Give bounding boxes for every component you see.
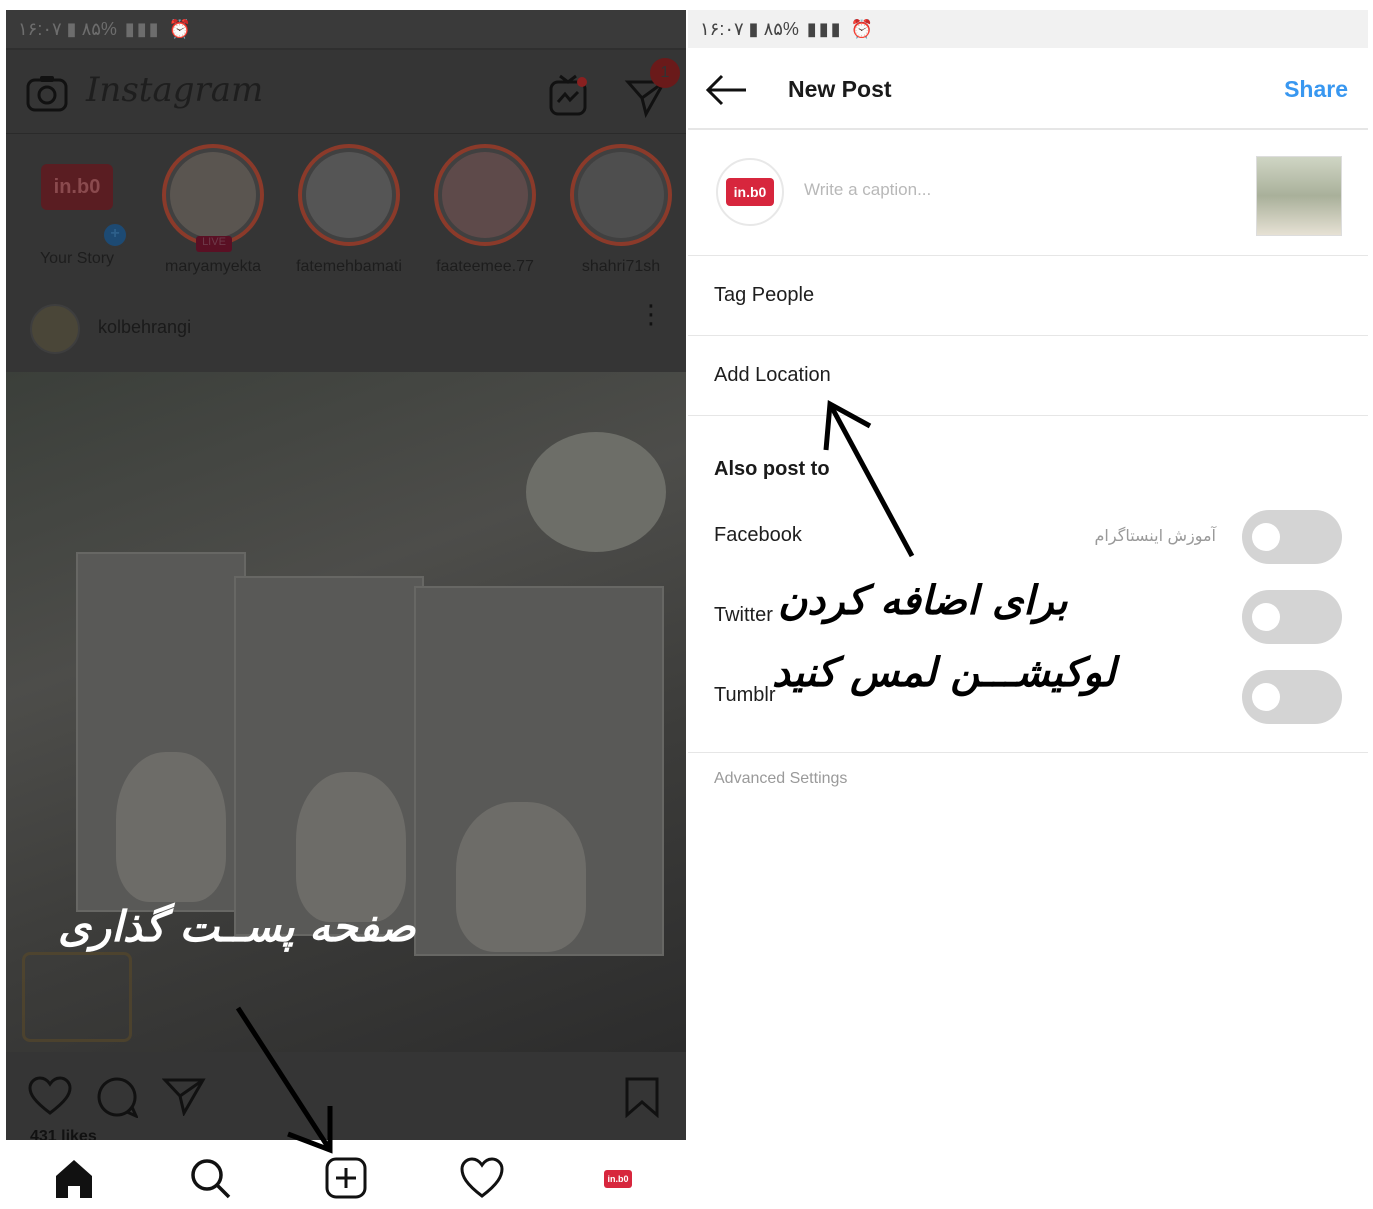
status-bar: ۱۶:۰۷ ▮ ۸۵% ▮▮▮ ⏰ [688,10,1368,48]
live-badge: LIVE [196,236,232,252]
share-icon[interactable] [162,1076,206,1116]
add-location-row[interactable]: Add Location [688,336,1368,416]
notification-badge: 1 [650,58,680,88]
feed-screen: ۱۶:۰۷ ▮ ۸۵% ▮▮▮ ⏰ Instagram 1 in.b0 + Yo… [6,10,686,1209]
add-location-label: Add Location [714,364,831,386]
post-thumbnail [1256,156,1342,236]
app-logo: Instagram [86,70,264,110]
activity-icon[interactable] [460,1156,504,1200]
app-header: Instagram 1 [6,50,686,134]
story-name: fatemehbamati [296,258,402,275]
vase [116,752,226,902]
story-your-story[interactable]: in.b0 + Your Story [22,144,132,268]
toggle-knob [1252,603,1280,631]
tumblr-toggle[interactable] [1242,670,1342,724]
vase [456,802,586,952]
facebook-toggle[interactable] [1242,510,1342,564]
avatar: in.b0 [716,158,784,226]
toggle-knob [1252,683,1280,711]
new-post-header: New Post Share [688,50,1368,130]
flowers [526,432,666,552]
alarm-icon: ⏰ [850,18,874,39]
toggle-knob [1252,523,1280,551]
story-name: Your Story [39,250,115,267]
status-text: ۱۶:۰۷ ▮ ۸۵% [18,18,117,39]
new-post-screen: ۱۶:۰۷ ▮ ۸۵% ▮▮▮ ⏰ New Post Share in.b0 T… [688,10,1368,1209]
avatar [170,152,256,238]
annotation-line-2: لوکیشـــن لمس کنید [772,650,1116,696]
story-name: faateemee.77 [436,258,534,275]
vase [296,772,406,922]
signal-icon: ▮▮▮ [124,18,161,39]
tumblr-label: Tumblr [714,684,776,706]
comment-icon[interactable] [96,1076,138,1118]
story-ring [434,144,536,246]
camera-icon[interactable] [26,74,68,112]
story-name: shahri71sh [581,258,661,275]
share-button[interactable]: Share [1284,76,1348,103]
new-post-icon[interactable] [324,1156,368,1200]
screenshot-composite: ۱۶:۰۷ ▮ ۸۵% ▮▮▮ ⏰ Instagram 1 in.b0 + Yo… [0,0,1373,1209]
post-avatar[interactable] [30,304,80,354]
signal-icon: ▮▮▮ [806,18,843,39]
annotation-line-1: برای اضافه کردن [778,578,1068,624]
twitter-toggle[interactable] [1242,590,1342,644]
search-icon[interactable] [188,1156,232,1200]
story-item[interactable]: faateemee.77 [430,144,540,276]
twitter-label: Twitter [714,604,773,626]
post-header: kolbehrangi ⋮ [6,284,686,372]
profile-tab[interactable]: in.b0 [604,1170,632,1188]
bookmark-icon[interactable] [624,1076,660,1118]
status-text: ۱۶:۰۷ ▮ ۸۵% [700,18,799,39]
stories-tray: in.b0 + Your Story LIVE maryamyekta fate… [6,134,686,284]
tag-people-row[interactable]: Tag People [688,256,1368,336]
avatar [578,152,664,238]
bottom-nav: in.b0 [6,1140,686,1209]
home-icon[interactable] [52,1156,96,1200]
brand-logo: in.b0 [41,164,113,210]
caption-row: in.b0 [688,132,1368,256]
advanced-settings-link[interactable]: Advanced Settings [714,770,847,788]
avatar [442,152,528,238]
story-ring [162,144,264,246]
post-username[interactable]: kolbehrangi [98,317,191,338]
watermark-logo [22,952,132,1042]
story-ring [570,144,672,246]
story-item[interactable]: LIVE maryamyekta [158,144,268,276]
igtv-icon[interactable] [548,74,588,116]
caption-input[interactable] [804,180,1224,200]
facebook-row: Facebook آموزش اینستاگرام [688,504,1368,570]
also-post-to-heading: Also post to [714,458,830,480]
avatar [306,152,392,238]
page-title: New Post [788,76,892,102]
story-name: maryamyekta [164,258,262,275]
overlay-caption: صفحه پســت گذاری [58,902,416,951]
facebook-label: Facebook [714,524,802,546]
story-item[interactable]: shahri71sh [566,144,676,276]
tag-people-label: Tag People [714,284,815,306]
story-item[interactable]: fatemehbamati [294,144,404,276]
divider [688,752,1368,753]
brand-logo: in.b0 [726,178,774,206]
story-ring [298,144,400,246]
back-arrow-icon[interactable] [704,70,748,110]
add-story-icon: + [102,222,128,248]
facebook-hint: آموزش اینستاگرام [1094,528,1216,545]
status-bar: ۱۶:۰۷ ▮ ۸۵% ▮▮▮ ⏰ [6,10,686,48]
post-actions [6,1052,686,1142]
more-options-icon[interactable]: ⋮ [638,301,664,348]
alarm-icon: ⏰ [168,18,192,39]
heart-icon[interactable] [28,1076,72,1116]
